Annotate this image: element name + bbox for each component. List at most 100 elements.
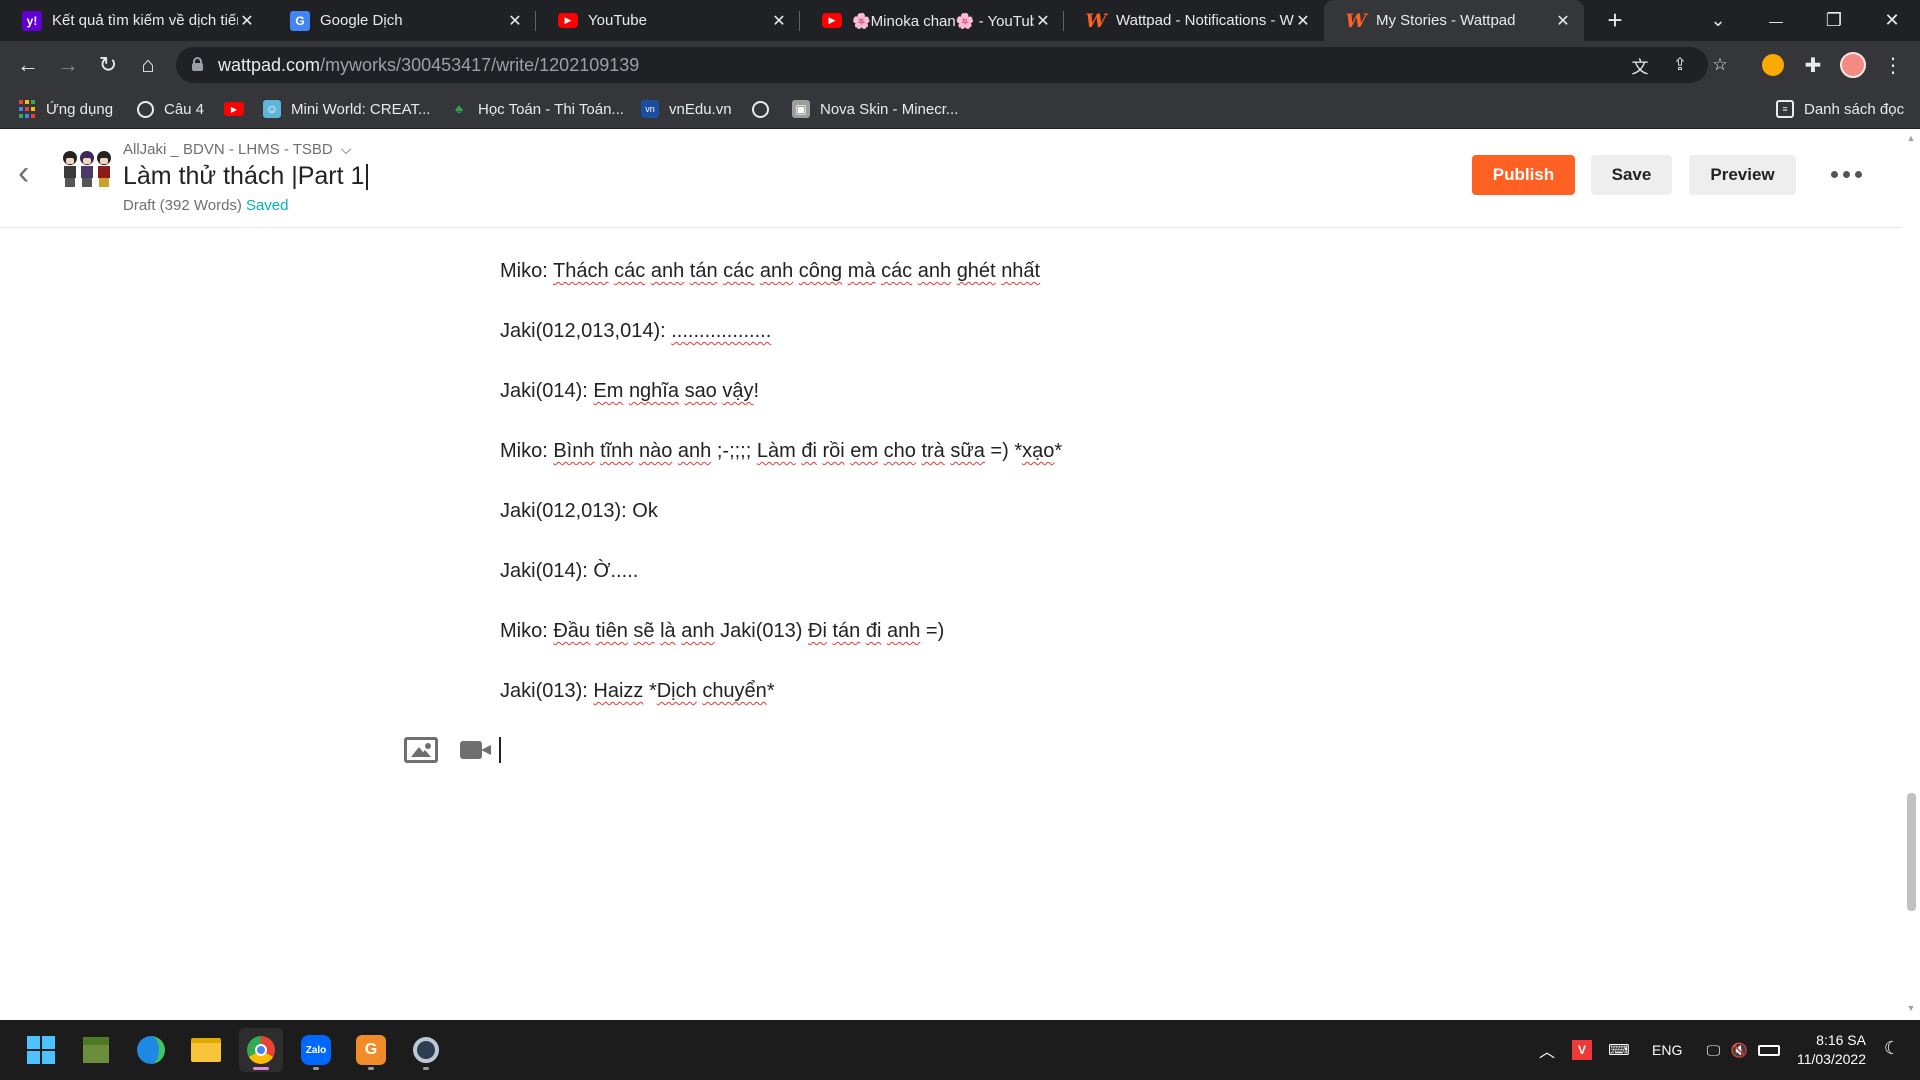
back-arrow-icon[interactable]: ← xyxy=(12,49,44,81)
story-editor[interactable]: Miko: Thách các anh tán các anh công mà … xyxy=(0,228,1902,1020)
tab-google-translate[interactable]: G Google Dịch ✕ xyxy=(268,0,536,41)
misspelled-word: anh xyxy=(917,260,952,282)
chevron-up-icon[interactable]: ︿ xyxy=(1534,1038,1560,1062)
insert-image-icon[interactable] xyxy=(404,737,438,763)
home-icon[interactable]: ⌂ xyxy=(132,49,164,81)
battery-icon[interactable] xyxy=(1758,1044,1781,1056)
story-selector[interactable]: AllJaki _ BDVN - LHMS - TSBD ⌵ xyxy=(123,141,351,158)
system-clock[interactable]: 8:16 SA 11/03/2022 xyxy=(1786,1031,1866,1069)
youtube-icon: ▶ xyxy=(558,13,578,28)
preview-button[interactable]: Preview xyxy=(1689,155,1796,195)
close-icon[interactable]: ✕ xyxy=(1554,11,1572,31)
publish-button[interactable]: Publish xyxy=(1472,155,1575,195)
bookmark-nova-skin[interactable]: ▣ Nova Skin - Minecr... xyxy=(792,97,958,121)
close-icon[interactable]: ✕ xyxy=(238,11,256,31)
text-segment: Miko: xyxy=(500,620,554,642)
story-paragraph[interactable]: Jaki(012,013): Ok xyxy=(500,500,658,523)
tab-youtube[interactable]: ▶ YouTube ✕ xyxy=(536,0,800,41)
bookmark-hoc-toan[interactable]: ♣ Học Toán - Thi Toán... xyxy=(450,97,624,121)
story-paragraph[interactable]: Jaki(012,013,014): .................. xyxy=(500,320,771,343)
close-icon[interactable]: ✕ xyxy=(1294,11,1312,31)
zalo-icon[interactable]: Zalo xyxy=(294,1028,338,1072)
misspelled-word: Haizz xyxy=(593,680,644,702)
misspelled-word: Dịch xyxy=(656,680,697,702)
lock-icon[interactable] xyxy=(192,57,203,71)
keyboard-icon[interactable]: ⌨ xyxy=(1606,1041,1632,1059)
misspelled-word: chuyển xyxy=(702,680,767,702)
page-scrollbar[interactable]: ▲ ▼ xyxy=(1902,129,1920,1020)
close-icon[interactable]: ✕ xyxy=(770,11,788,31)
text-caret xyxy=(366,164,369,191)
forward-arrow-icon[interactable]: → xyxy=(52,49,84,81)
restore-button[interactable]: ❐ xyxy=(1806,0,1862,41)
extension-avatar-icon[interactable] xyxy=(1758,50,1788,80)
story-paragraph[interactable]: Jaki(013): Haizz *Dịch chuyển* xyxy=(500,680,775,703)
tab-yahoo-search[interactable]: y! Kết quả tìm kiếm về dịch tiếng ✕ xyxy=(0,0,268,41)
share-icon[interactable]: ⇪ xyxy=(1668,53,1692,77)
bookmark-mini-world[interactable]: ☺ Mini World: CREAT... xyxy=(263,97,430,121)
google-translate-icon: G xyxy=(290,10,310,31)
misspelled-word: anh xyxy=(886,620,921,642)
close-window-button[interactable]: ✕ xyxy=(1864,0,1920,41)
misspelled-word: anh xyxy=(759,260,794,282)
story-paragraph[interactable]: Jaki(014): Ờ..... xyxy=(500,560,638,583)
bookmark-star-icon[interactable]: ☆ xyxy=(1708,53,1732,77)
hoctoan-icon: ♣ xyxy=(455,102,463,116)
misspelled-word: Làm xyxy=(756,440,796,462)
bookmark-youtube[interactable]: ▶ xyxy=(224,97,254,121)
minimize-button[interactable]: — xyxy=(1748,0,1804,41)
yahoo-icon: y! xyxy=(22,10,42,31)
reload-icon[interactable]: ↻ xyxy=(92,49,124,81)
language-indicator[interactable]: ENG xyxy=(1652,1042,1682,1058)
tab-minoka-youtube[interactable]: ▶ 🌸Minoka chan🌸 - YouTube ✕ xyxy=(800,0,1064,41)
story-paragraph[interactable]: Jaki(014): Em nghĩa sao vậy! xyxy=(500,380,759,403)
close-icon[interactable]: ✕ xyxy=(506,11,524,31)
url-host: wattpad.com xyxy=(218,55,321,75)
part-title-input[interactable]: Làm thử thách |Part 1 xyxy=(123,162,369,191)
insert-video-icon[interactable] xyxy=(460,737,494,763)
draft-word-count: Draft (392 Words) xyxy=(123,197,242,214)
bookmark-apps[interactable]: Ứng dụng xyxy=(18,97,113,121)
reading-list-button[interactable]: ≡ Danh sách đọc xyxy=(1776,97,1904,121)
text-segment: * xyxy=(643,680,657,702)
kebab-menu-icon[interactable]: ⋮ xyxy=(1878,50,1908,80)
chevron-left-icon[interactable]: ‹ xyxy=(18,153,48,193)
more-options-icon[interactable] xyxy=(1826,157,1866,191)
zalo-label: Zalo xyxy=(301,1035,331,1065)
edge-icon[interactable] xyxy=(129,1028,173,1072)
vivaldi-tray-icon[interactable]: V xyxy=(1572,1040,1592,1060)
close-icon[interactable]: ✕ xyxy=(1034,11,1052,31)
save-button[interactable]: Save xyxy=(1591,155,1672,195)
misspelled-word: sẽ xyxy=(633,620,655,642)
garena-icon[interactable]: G xyxy=(349,1028,393,1072)
volume-muted-icon[interactable]: 🔇 xyxy=(1728,1042,1750,1059)
minecraft-icon[interactable] xyxy=(74,1028,118,1072)
text-segment: Jaki(013): xyxy=(500,680,594,702)
scroll-up-icon[interactable]: ▲ xyxy=(1906,133,1916,143)
misspelled-word: nghĩa xyxy=(628,380,679,402)
story-paragraph[interactable]: Miko: Bình tĩnh nào anh ;-;;;; Làm đi rồ… xyxy=(500,440,1062,463)
profile-avatar[interactable] xyxy=(1838,50,1868,80)
bookmark-vnedu[interactable]: vn vnEdu.vn xyxy=(641,97,732,121)
tab-search-button[interactable]: ⌄ xyxy=(1690,0,1746,41)
translate-icon[interactable]: 文 xyxy=(1628,53,1652,77)
network-icon[interactable]: 🖵 xyxy=(1702,1042,1724,1059)
tab-wattpad-notifications[interactable]: W Wattpad - Notifications - Wattpad ✕ xyxy=(1064,0,1324,41)
bookmark-cau-4[interactable]: Câu 4 xyxy=(137,97,204,121)
new-tab-button[interactable]: + xyxy=(1599,4,1631,36)
misspelled-word: là xyxy=(660,620,676,642)
scroll-down-icon[interactable]: ▼ xyxy=(1906,1003,1916,1013)
story-paragraph[interactable]: Miko: Đầu tiên sẽ là anh Jaki(013) Đi tá… xyxy=(500,620,944,643)
settings-app-icon[interactable] xyxy=(404,1028,448,1072)
chrome-icon[interactable] xyxy=(239,1028,283,1072)
tab-title: Kết quả tìm kiếm về dịch tiếng xyxy=(52,12,238,29)
tab-my-stories-wattpad[interactable]: W My Stories - Wattpad ✕ xyxy=(1324,0,1584,41)
file-explorer-icon[interactable] xyxy=(184,1028,228,1072)
scrollbar-thumb[interactable] xyxy=(1907,793,1916,911)
windows-start-icon[interactable] xyxy=(19,1028,63,1072)
puzzle-extensions-icon[interactable]: ✚ xyxy=(1798,50,1828,80)
address-bar[interactable]: wattpad.com/myworks/300453417/write/1202… xyxy=(176,47,1728,83)
story-paragraph[interactable]: Miko: Thách các anh tán các anh công mà … xyxy=(500,260,1040,283)
notification-icon[interactable]: ☾ xyxy=(1880,1038,1904,1062)
bookmark-globe[interactable] xyxy=(752,97,779,121)
